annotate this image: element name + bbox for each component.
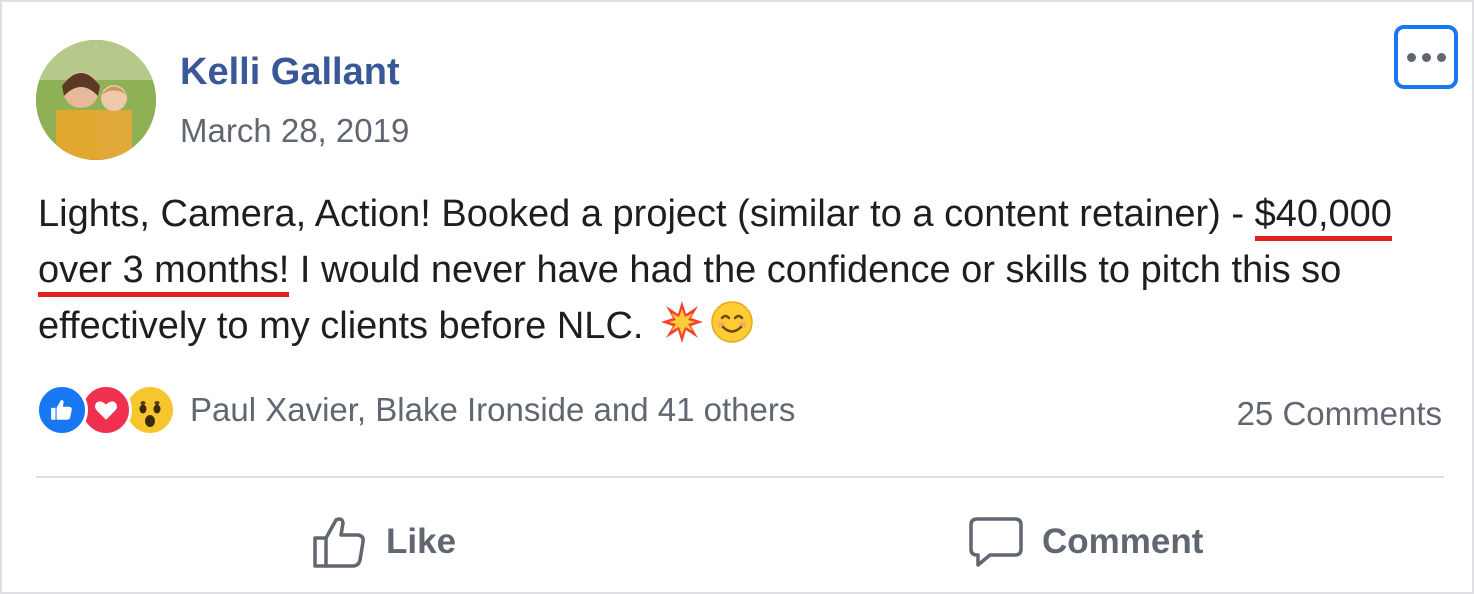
like-button[interactable]: Like [312, 507, 456, 577]
like-button-label: Like [386, 522, 457, 561]
post-text: Lights, Camera, Action! Booked a project… [38, 186, 1448, 360]
more-options-button[interactable] [1394, 25, 1458, 89]
reaction-names[interactable]: Paul Xavier, Blake Ironside and 41 other… [190, 391, 795, 429]
more-dot-icon [1406, 52, 1416, 62]
post-text-intro: Lights, Camera, Action! Booked a project… [38, 193, 1255, 235]
comment-button-label: Comment [1042, 522, 1204, 561]
reactions-summary[interactable]: Paul Xavier, Blake Ironside and 41 other… [36, 382, 795, 438]
author-name[interactable]: Kelli Gallant [180, 51, 400, 94]
comment-button[interactable]: Comment [968, 507, 1203, 577]
collision-emoji-icon [660, 300, 704, 360]
comments-count[interactable]: 25 Comments [1237, 395, 1442, 433]
avatar[interactable] [36, 40, 156, 160]
smiling-face-emoji-icon [710, 300, 754, 360]
thumbs-up-icon [313, 517, 365, 568]
post-date[interactable]: March 28, 2019 [180, 112, 409, 150]
more-dot-icon [1436, 52, 1446, 62]
divider [36, 476, 1444, 478]
comment-bubble-icon [969, 517, 1023, 567]
like-reaction-icon [36, 384, 88, 436]
more-dot-icon [1421, 52, 1431, 62]
post-card: Kelli Gallant March 28, 2019 Lights, Cam… [0, 0, 1474, 594]
